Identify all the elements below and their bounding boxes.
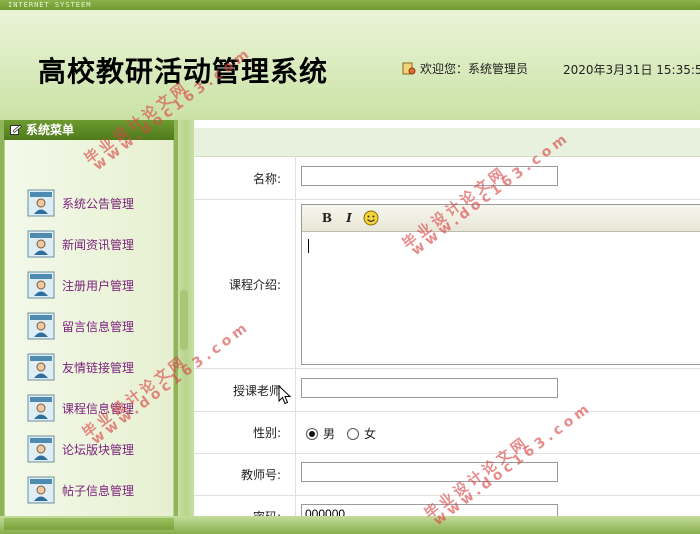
sidebar-item-label: 论坛版块管理 bbox=[62, 442, 135, 457]
sidebar-item-label: 帖子信息管理 bbox=[62, 483, 135, 498]
sidebar-menu: 系统公告管理 新闻资讯管理 注册用户管理 留言信息管理 友情链接管理 课程信息管… bbox=[4, 140, 174, 516]
intro-label: 课程介绍: bbox=[194, 200, 296, 368]
sidebar-heading: 系统菜单 bbox=[4, 120, 174, 140]
mouse-cursor-icon bbox=[278, 385, 292, 405]
teacher-input[interactable] bbox=[301, 378, 558, 398]
user-card-icon bbox=[27, 476, 55, 504]
welcome-text: 欢迎您：系统管理员 bbox=[420, 62, 529, 76]
sidebar-item-label: 留言信息管理 bbox=[62, 319, 135, 334]
user-card-icon bbox=[27, 435, 55, 463]
sidebar-item-label: 友情链接管理 bbox=[62, 360, 135, 375]
top-strip-brand: INTERNET SYSTEEM bbox=[8, 1, 92, 9]
sidebar-item-news[interactable]: 新闻资讯管理 bbox=[27, 229, 167, 259]
name-label: 名称: bbox=[194, 157, 296, 199]
editor-toolbar: B I bbox=[302, 205, 700, 232]
sidebar-item-label: 注册用户管理 bbox=[62, 278, 135, 293]
sidebar-item-posts[interactable]: 帖子信息管理 bbox=[27, 475, 167, 505]
user-card-icon bbox=[27, 353, 55, 381]
sidebar-splitter[interactable] bbox=[178, 120, 194, 516]
edit-menu-icon bbox=[10, 124, 22, 135]
content-title-bar bbox=[194, 128, 700, 157]
form-row-name: 名称: bbox=[194, 157, 700, 200]
user-card-icon bbox=[27, 271, 55, 299]
gender-options: 男 女 bbox=[306, 425, 388, 442]
radio-dot bbox=[347, 427, 360, 440]
user-card-icon bbox=[27, 189, 55, 217]
sidebar-item-label: 新闻资讯管理 bbox=[62, 237, 135, 252]
sidebar-item-announcements[interactable]: 系统公告管理 bbox=[27, 188, 167, 218]
gender-male-label: 男 bbox=[323, 427, 336, 441]
sidebar-item-messages[interactable]: 留言信息管理 bbox=[27, 311, 167, 341]
gender-male-radio[interactable]: 男 bbox=[306, 425, 335, 442]
bottom-bar bbox=[0, 516, 700, 534]
user-card-icon bbox=[27, 230, 55, 258]
teacher-no-label: 教师号: bbox=[194, 454, 296, 495]
form-row-teacher: 授课老师 bbox=[194, 369, 700, 412]
bold-button[interactable]: B bbox=[316, 208, 338, 228]
form-row-intro: 课程介绍: B I bbox=[194, 200, 700, 369]
gender-label: 性别: bbox=[194, 412, 296, 453]
form-row-teacher-no: 教师号: bbox=[194, 454, 700, 496]
sidebar-item-label: 系统公告管理 bbox=[62, 196, 135, 211]
gender-female-radio[interactable]: 女 bbox=[347, 425, 376, 442]
user-card-icon bbox=[27, 312, 55, 340]
password-label: 密码: bbox=[194, 496, 296, 516]
gender-female-label: 女 bbox=[364, 427, 377, 441]
teacher-no-input[interactable] bbox=[301, 462, 558, 482]
italic-button[interactable]: I bbox=[338, 208, 360, 228]
sidebar-item-forum-boards[interactable]: 论坛版块管理 bbox=[27, 434, 167, 464]
user-card-icon bbox=[27, 394, 55, 422]
smiley-icon bbox=[363, 210, 379, 226]
name-input[interactable] bbox=[301, 166, 558, 186]
sidebar-item-label: 课程信息管理 bbox=[62, 401, 135, 416]
radio-dot-selected bbox=[306, 427, 318, 440]
sidebar: 系统菜单 系统公告管理 新闻资讯管理 注册用户管理 留言信息管理 友情链接管理 … bbox=[0, 120, 178, 516]
current-datetime: 2020年3月31日 15:35:55 bbox=[563, 63, 700, 77]
rich-text-editor[interactable]: B I bbox=[301, 204, 700, 365]
form-row-password: 密码: bbox=[194, 496, 700, 516]
app-title: 高校教研活动管理系统 bbox=[38, 55, 329, 88]
sidebar-item-courses[interactable]: 课程信息管理 bbox=[27, 393, 167, 423]
header: 高校教研活动管理系统 欢迎您：系统管理员 2020年3月31日 15:35:55 bbox=[0, 10, 700, 120]
user-icon bbox=[402, 62, 416, 74]
emoticon-button[interactable] bbox=[360, 208, 382, 228]
user-info: 欢迎您：系统管理员 bbox=[402, 60, 528, 77]
sidebar-item-links[interactable]: 友情链接管理 bbox=[27, 352, 167, 382]
splitter-handle[interactable] bbox=[180, 290, 188, 350]
sidebar-item-users[interactable]: 注册用户管理 bbox=[27, 270, 167, 300]
top-strip: INTERNET SYSTEEM bbox=[0, 0, 700, 10]
main-content: 名称: 课程介绍: B I 授课老师 性别: 男 女 教师号: 000000 bbox=[194, 128, 700, 516]
bottom-bar-sidebar-cap bbox=[4, 518, 174, 530]
password-input[interactable] bbox=[301, 504, 558, 516]
sidebar-heading-text: 系统菜单 bbox=[26, 123, 75, 137]
text-caret bbox=[308, 239, 309, 253]
form-row-gender: 性别: 男 女 bbox=[194, 412, 700, 454]
